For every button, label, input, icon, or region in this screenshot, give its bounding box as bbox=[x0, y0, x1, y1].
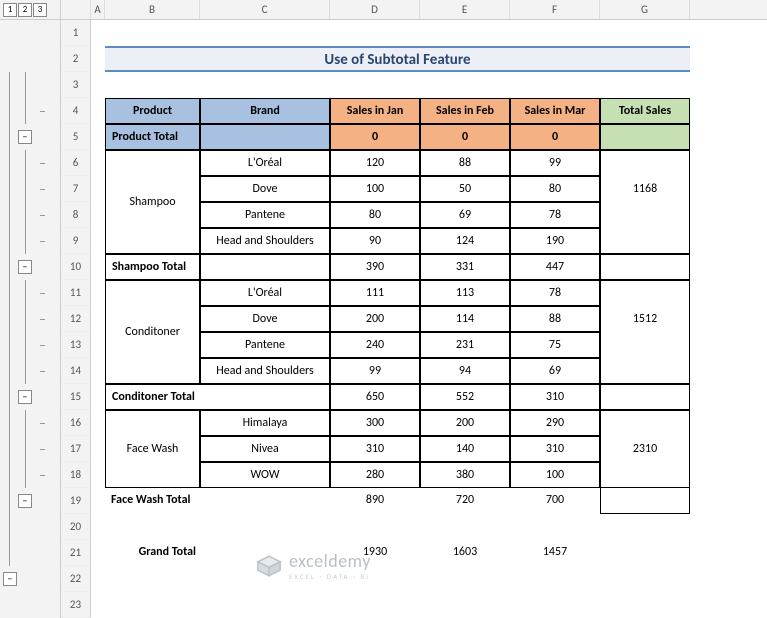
hdr-mar[interactable]: Sales in Mar bbox=[510, 98, 600, 124]
row-16[interactable]: 16 bbox=[61, 410, 91, 436]
outline-level-3[interactable]: 3 bbox=[33, 3, 47, 17]
subtotal-row: Face Wash Total 890 720 700 bbox=[91, 488, 767, 514]
grand-total-label[interactable]: Grand Total bbox=[105, 540, 200, 566]
logo: exceldemy EXCEL · DATA · BI bbox=[255, 550, 371, 581]
conditioner-name[interactable]: Conditoner bbox=[105, 306, 200, 358]
col-G[interactable]: G bbox=[600, 0, 690, 19]
grand-total-row: Grand Total 1930 1603 1457 bbox=[91, 540, 767, 566]
outline-collapse-r15[interactable]: − bbox=[18, 390, 32, 404]
row-12[interactable]: 12 bbox=[61, 306, 91, 332]
table-row: WOW 280 380 100 bbox=[91, 462, 767, 488]
table-row: Himalaya 300 200 290 bbox=[91, 410, 767, 436]
conditioner-total[interactable]: 1512 bbox=[600, 306, 690, 332]
col-F[interactable]: F bbox=[510, 0, 600, 19]
hdr-brand[interactable]: Brand bbox=[200, 98, 330, 124]
column-headers: A B C D E F G bbox=[61, 0, 767, 20]
row-15[interactable]: 15 bbox=[61, 384, 91, 410]
hdr-product[interactable]: Product bbox=[105, 98, 200, 124]
row-20[interactable]: 20 bbox=[61, 514, 91, 540]
outline-collapse-r19[interactable]: − bbox=[18, 494, 32, 508]
table-row: Head and Shoulders 90 124 190 bbox=[91, 228, 767, 254]
row-22[interactable]: 22 bbox=[61, 566, 91, 592]
row-10[interactable]: 10 bbox=[61, 254, 91, 280]
outline-collapse-r22[interactable]: − bbox=[3, 572, 17, 586]
col-E[interactable]: E bbox=[420, 0, 510, 19]
hdr-jan[interactable]: Sales in Jan bbox=[330, 98, 420, 124]
row-9[interactable]: 9 bbox=[61, 228, 91, 254]
table-row: L'Oréal 111 113 78 bbox=[91, 280, 767, 306]
table-row: Head and Shoulders 99 94 69 bbox=[91, 358, 767, 384]
col-A[interactable]: A bbox=[91, 0, 105, 19]
row-18[interactable]: 18 bbox=[61, 462, 91, 488]
subtotal-row: Conditoner Total 650 552 310 bbox=[91, 384, 767, 410]
ptotal-feb[interactable]: 0 bbox=[420, 124, 510, 150]
table-row: Face Wash Nivea 310 140 310 2310 bbox=[91, 436, 767, 462]
table-row: Shampoo Dove 100 50 80 1168 bbox=[91, 176, 767, 202]
row-headers: 1 2 3 4 5 6 7 8 9 10 11 12 13 14 15 16 1… bbox=[61, 20, 91, 618]
spreadsheet-icon bbox=[255, 552, 283, 580]
row-14[interactable]: 14 bbox=[61, 358, 91, 384]
table-row: L'Oréal 120 88 99 bbox=[91, 150, 767, 176]
hdr-total[interactable]: Total Sales bbox=[600, 98, 690, 124]
row-1[interactable]: 1 bbox=[61, 20, 91, 46]
ptotal-jan[interactable]: 0 bbox=[330, 124, 420, 150]
ptotal-mar[interactable]: 0 bbox=[510, 124, 600, 150]
row-17[interactable]: 17 bbox=[61, 436, 91, 462]
outline-collapse-r10[interactable]: − bbox=[18, 260, 32, 274]
facewash-total[interactable]: 2310 bbox=[600, 436, 690, 462]
product-total-label[interactable]: Product Total bbox=[105, 124, 200, 150]
conditioner-subtotal-label[interactable]: Conditoner Total bbox=[105, 384, 330, 410]
outline-pane: 1 2 3 − − − − − bbox=[0, 0, 61, 618]
outline-collapse-r5[interactable]: − bbox=[18, 130, 32, 144]
col-D[interactable]: D bbox=[330, 0, 420, 19]
row-8[interactable]: 8 bbox=[61, 202, 91, 228]
product-total-row: Product Total 0 0 0 bbox=[91, 124, 767, 150]
row-3[interactable]: 3 bbox=[61, 72, 91, 98]
shampoo-name[interactable]: Shampoo bbox=[105, 176, 200, 228]
row-13[interactable]: 13 bbox=[61, 332, 91, 358]
col-C[interactable]: C bbox=[200, 0, 330, 19]
title: Use of Subtotal Feature bbox=[105, 46, 690, 72]
table-header: Product Brand Sales in Jan Sales in Feb … bbox=[91, 98, 767, 124]
grid[interactable]: Use of Subtotal Feature Product Brand Sa… bbox=[91, 20, 767, 566]
row-5[interactable]: 5 bbox=[61, 124, 91, 150]
row-4[interactable]: 4 bbox=[61, 98, 91, 124]
outline-level-2[interactable]: 2 bbox=[18, 3, 32, 17]
shampoo-total[interactable]: 1168 bbox=[600, 176, 690, 202]
hdr-feb[interactable]: Sales in Feb bbox=[420, 98, 510, 124]
shampoo-subtotal-label[interactable]: Shampoo Total bbox=[105, 254, 200, 280]
facewash-subtotal-label[interactable]: Face Wash Total bbox=[105, 488, 330, 514]
outline-level-1[interactable]: 1 bbox=[3, 3, 17, 17]
subtotal-row: Shampoo Total 390 331 447 bbox=[91, 254, 767, 280]
row-21[interactable]: 21 bbox=[61, 540, 91, 566]
row-2[interactable]: 2 bbox=[61, 46, 91, 72]
row-23[interactable]: 23 bbox=[61, 592, 91, 618]
facewash-name[interactable]: Face Wash bbox=[105, 436, 200, 462]
table-row: Conditoner Dove 200 114 88 1512 bbox=[91, 306, 767, 332]
row-19[interactable]: 19 bbox=[61, 488, 91, 514]
row-11[interactable]: 11 bbox=[61, 280, 91, 306]
col-B[interactable]: B bbox=[105, 0, 200, 19]
logo-tagline: EXCEL · DATA · BI bbox=[289, 572, 371, 581]
logo-text: exceldemy bbox=[289, 550, 371, 572]
row-7[interactable]: 7 bbox=[61, 176, 91, 202]
row-6[interactable]: 6 bbox=[61, 150, 91, 176]
